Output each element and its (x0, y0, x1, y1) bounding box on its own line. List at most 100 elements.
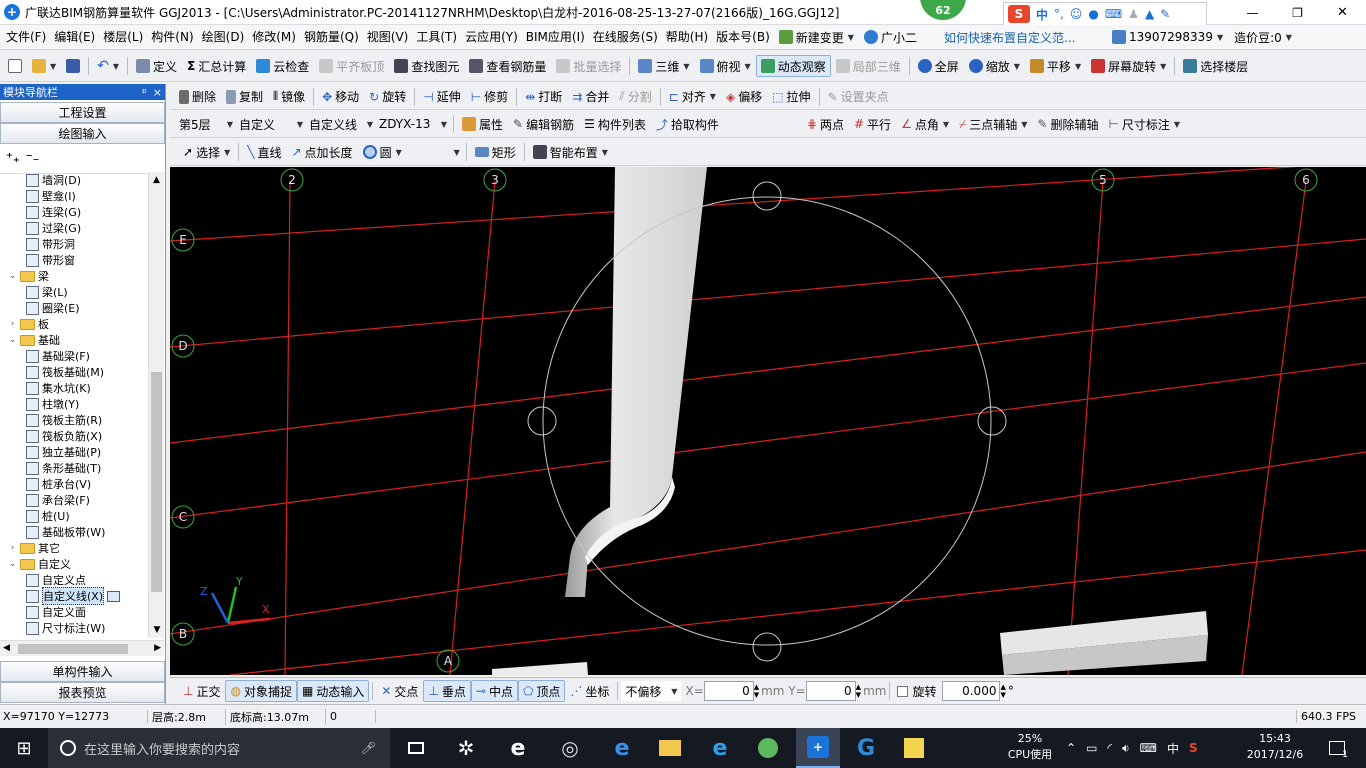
element-select[interactable]: ZDYX-13 ▼ (376, 114, 450, 134)
rotate-button[interactable]: ↻ 旋转 (364, 86, 411, 108)
scroll-thumb[interactable] (151, 372, 162, 592)
tree-folder[interactable]: ⌄ 基础 (8, 332, 60, 348)
find-element-button[interactable]: 查找图元 (389, 55, 464, 77)
view-3d-button[interactable]: 三维 ▼ (633, 55, 694, 77)
properties-button[interactable]: 属性 (457, 113, 508, 135)
align-button[interactable]: ⊏ 对齐 ▼ (664, 86, 721, 108)
taskbar-search[interactable]: 在这里输入你要搜索的内容 🎤︎ (48, 728, 390, 768)
tree-item[interactable]: 圈梁(E) (26, 300, 80, 316)
delete-aux-button[interactable]: ✎ 删除辅轴 (1032, 113, 1103, 135)
taskbar-app-ie-alt[interactable]: e (496, 728, 540, 768)
ime-mode[interactable]: 中 (1036, 6, 1048, 23)
save-button[interactable] (61, 55, 85, 77)
menu-item[interactable]: 云应用(Y) (461, 25, 522, 49)
tree-item[interactable]: 承台梁(F) (26, 492, 90, 508)
handle-bottom[interactable] (752, 632, 782, 662)
menu-item[interactable]: 工具(T) (412, 25, 461, 49)
clock[interactable]: 15:43 2017/12/6 (1240, 731, 1310, 763)
tree-item[interactable]: 独立基础(P) (26, 444, 101, 460)
language-indicator[interactable]: 中 (1167, 740, 1179, 757)
menu-item[interactable]: 文件(F) (2, 25, 50, 49)
user-account[interactable]: 13907298339 ▼ (1107, 26, 1228, 48)
undo-button[interactable]: ↶ ▼ (92, 55, 124, 77)
tree-item[interactable]: 尺寸标注(W) (26, 620, 105, 636)
rotate-stepper-icon[interactable]: ▲ ▼ (1000, 683, 1005, 699)
tree-item[interactable]: 过梁(G) (26, 220, 81, 236)
single-input-button[interactable]: 单构件输入 (0, 661, 165, 682)
menu-item[interactable]: 钢筋量(Q) (300, 25, 363, 49)
define-button[interactable]: 定义 (131, 55, 182, 77)
select-floor-button[interactable]: 选择楼层 (1178, 55, 1253, 77)
collapse-chevron-icon[interactable]: ⌄ (8, 271, 17, 281)
tree-item[interactable]: 条形基础(T) (26, 460, 101, 476)
menu-item[interactable]: 视图(V) (363, 25, 413, 49)
three-point-axis-button[interactable]: ⌿ 三点辅轴 ▼ (954, 113, 1032, 135)
canvas-svg[interactable]: 2 3 5 6 E D C B A X Y Z (170, 167, 1366, 675)
user-icon[interactable]: ♟ (1128, 7, 1139, 21)
keyboard-icon[interactable]: ⌨ (1105, 7, 1122, 21)
mirror-button[interactable]: ⫴ 镜像 (268, 86, 310, 108)
vertex-snap-button[interactable]: ⬠ 顶点 (517, 680, 566, 702)
expand-chevron-icon[interactable]: › (8, 543, 17, 553)
scroll-up-icon[interactable]: ▲ (149, 172, 164, 188)
tree-item[interactable]: 筏板负筋(X) (26, 428, 102, 444)
two-point-axis-button[interactable]: ⋕ 两点 (802, 113, 849, 135)
sum-calc-button[interactable]: Σ 汇总计算 (182, 55, 251, 77)
assistant-button[interactable]: 广小二 (859, 26, 922, 48)
menu-item[interactable]: 构件(N) (147, 25, 197, 49)
break-button[interactable]: ⇹ 打断 (520, 86, 567, 108)
scroll-down-icon[interactable]: ▼ (149, 622, 165, 638)
tree-folder[interactable]: › 板 (8, 316, 49, 332)
x-offset-input[interactable] (703, 681, 754, 701)
input-keyboard-icon[interactable]: ⌨ (1140, 741, 1157, 755)
scroll-left-icon[interactable]: ◀ (3, 643, 10, 653)
draw-input-button[interactable]: 绘图输入 (0, 123, 165, 144)
taskbar-app-360[interactable]: ◎ (548, 728, 592, 768)
collapse-chevron-icon[interactable]: ⌄ (8, 335, 17, 345)
taskbar-app-glodon[interactable]: + (796, 728, 840, 768)
line-tool-button[interactable]: ╲ 直线 (242, 141, 286, 163)
tree-item[interactable]: 基础梁(F) (26, 348, 90, 364)
beam-bottom-center[interactable] (492, 662, 588, 675)
batch-select-button[interactable]: 批量选择 (551, 55, 626, 77)
local-3d-button[interactable]: 局部三维 (831, 55, 906, 77)
minimize-button[interactable]: — (1230, 0, 1275, 25)
tree-item[interactable]: 柱墩(Y) (26, 396, 79, 412)
top-view-button[interactable]: 俯视 ▼ (695, 55, 756, 77)
new-file-button[interactable] (3, 55, 27, 77)
grid-view-icon[interactable] (107, 590, 121, 602)
report-preview-button[interactable]: 报表预览 (0, 682, 165, 703)
coord-snap-button[interactable]: ⋰ 坐标 (565, 680, 614, 702)
set-clamp-button[interactable]: ✎ 设置夹点 (823, 86, 894, 108)
drawing-canvas[interactable]: 2 3 5 6 E D C B A X Y Z (170, 167, 1366, 675)
stretch-button[interactable]: ⬚ 拉伸 (767, 86, 815, 108)
new-change-button[interactable]: 新建变更 ▼ (774, 26, 859, 48)
start-button[interactable]: ⊞ (0, 728, 48, 768)
point-length-button[interactable]: ↗ 点加长度 (286, 141, 357, 163)
open-file-button[interactable]: ▼ (27, 55, 61, 77)
tree-item[interactable]: 壁龛(I) (26, 188, 76, 204)
midpoint-snap-button[interactable]: ⊸ 中点 (470, 680, 518, 702)
tree-vscrollbar[interactable]: ▲ ▼ (148, 172, 164, 638)
ime-toolbar[interactable]: S 中 °, ☺ ● ⌨ ♟ ▲ ✎ (1003, 2, 1207, 26)
point-angle-button[interactable]: ∠ 点角 ▼ (896, 113, 954, 135)
pin-icon[interactable]: ᵖ (142, 86, 147, 99)
project-settings-button[interactable]: 工程设置 (0, 102, 165, 123)
move-button[interactable]: ✥ 移动 (317, 86, 364, 108)
task-view-button[interactable] (394, 728, 438, 768)
hscroll-thumb[interactable] (18, 644, 128, 654)
sogou-tray-icon[interactable]: S (1189, 741, 1198, 755)
menu-item[interactable]: 绘图(D) (198, 25, 249, 49)
trim-button[interactable]: ⊢ 修剪 (466, 86, 513, 108)
taskbar-app-edge[interactable]: e (600, 728, 644, 768)
beam-bottom-right[interactable] (1000, 611, 1208, 675)
merge-button[interactable]: ⇉ 合并 (567, 86, 614, 108)
x-stepper-icon[interactable]: ▲ ▼ (754, 683, 759, 699)
object-snap-toggle[interactable]: ◍ 对象捕捉 (225, 680, 297, 702)
tree-item[interactable]: 筏板基础(M) (26, 364, 104, 380)
collapse-chevron-icon[interactable]: ⌄ (8, 559, 17, 569)
taskbar-app-notes[interactable] (892, 728, 936, 768)
type-select[interactable]: 自定义线 ▼ (306, 114, 376, 134)
tree-item[interactable]: 桩(U) (26, 508, 70, 524)
pan-button[interactable]: 平移 ▼ (1025, 55, 1086, 77)
